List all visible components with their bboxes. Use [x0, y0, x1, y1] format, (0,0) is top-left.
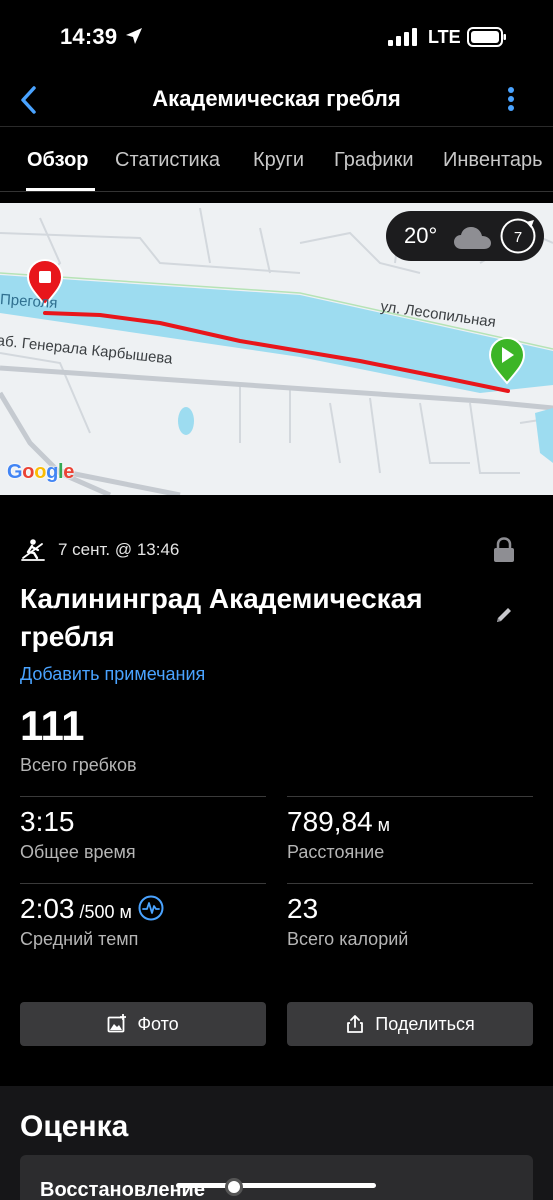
scroll-thumb[interactable] [225, 1178, 243, 1196]
divider [20, 883, 266, 884]
route-map[interactable]: Преголя ул. Лесопильная наб. Генерала Ка… [0, 203, 553, 495]
activity-date: 7 сент. @ 13:46 [58, 540, 180, 559]
add-photo-icon [107, 1014, 127, 1033]
stat-calories-label: Всего калорий [287, 929, 409, 949]
lock-icon[interactable] [493, 537, 515, 563]
stat-number: 3:15 [20, 806, 75, 837]
stat-avg-pace-value: 2:03 /500 м [20, 893, 164, 925]
status-bar: 14:39 LTE [0, 0, 553, 76]
network-label: LTE [428, 27, 461, 47]
stat-distance-label: Расстояние [287, 842, 385, 862]
add-photo-button[interactable]: Фото [20, 1002, 266, 1046]
wind-direction-icon: 7 [500, 218, 536, 254]
nav-bar: Академическая гребля [0, 76, 553, 126]
tab-charts[interactable]: Графики [334, 149, 414, 172]
page-title: Академическая гребля [152, 86, 401, 111]
share-button[interactable]: Поделиться [287, 1002, 533, 1046]
stat-calories-value: 23 [287, 893, 318, 925]
wind-speed: 7 [514, 229, 522, 246]
stat-number: 23 [287, 893, 319, 924]
tab-laps[interactable]: Круги [253, 149, 304, 172]
stat-number: 2:03 [20, 893, 75, 924]
stat-avg-pace-label: Средний темп [20, 929, 139, 949]
pace-chart-icon[interactable] [138, 895, 164, 921]
status-time: 14:39 [60, 24, 118, 49]
tab-gear[interactable]: Инвентарь [443, 149, 543, 172]
tab-bar: Обзор Статистика Круги Графики Инвентарь [0, 126, 553, 192]
weather-temperature: 20° [404, 223, 438, 248]
divider [287, 883, 533, 884]
signal-icon [388, 28, 417, 46]
recovery-card[interactable]: Восстановление [20, 1155, 533, 1200]
share-label: Поделиться [375, 1013, 475, 1034]
divider [20, 796, 266, 797]
location-arrow-icon [126, 28, 142, 44]
activity-title: Калининград Академическая гребля [20, 583, 423, 652]
stat-total-time-label: Общее время [20, 842, 136, 862]
tab-overview[interactable]: Обзор [27, 149, 89, 172]
weather-badge: 20° 7 [386, 211, 544, 261]
rowing-icon [21, 539, 45, 561]
battery-icon [467, 27, 506, 47]
divider [287, 796, 533, 797]
tab-statistics[interactable]: Статистика [115, 149, 220, 172]
stat-number: 789,84 [287, 806, 373, 837]
tab-active-indicator [26, 188, 95, 191]
add-notes-link[interactable]: Добавить примечания [20, 664, 205, 685]
google-logo: Google [7, 461, 75, 483]
total-strokes-value: 111 [20, 702, 84, 749]
stat-unit: м [372, 815, 391, 835]
share-icon [347, 1015, 364, 1033]
stat-distance-value: 789,84 м [287, 806, 390, 838]
cloud-icon [454, 227, 491, 249]
home-indicator[interactable] [176, 1183, 376, 1188]
rating-section-title: Оценка [20, 1110, 129, 1143]
stat-total-time-value: 3:15 [20, 806, 75, 838]
stat-unit: /500 м [74, 902, 132, 922]
add-photo-label: Фото [137, 1013, 179, 1034]
total-strokes-label: Всего гребков [20, 755, 137, 775]
edit-pencil-icon[interactable] [494, 605, 514, 625]
more-options-icon[interactable] [502, 84, 520, 114]
